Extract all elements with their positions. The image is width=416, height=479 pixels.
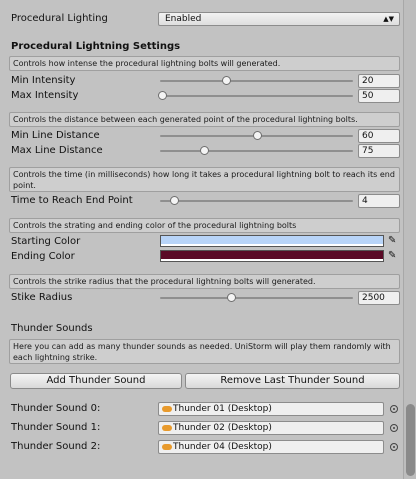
thunder-sound-field[interactable]: Thunder 02 (Desktop) [158,421,384,435]
ending-color-label: Ending Color [11,251,75,262]
strike-radius-field[interactable]: 2500 [358,291,400,305]
audio-clip-icon [162,444,172,450]
thunder-sound-value: Thunder 01 (Desktop) [173,404,272,414]
time-help: Controls the time (in milliseconds) how … [9,167,400,192]
starting-color-swatch[interactable] [160,235,384,247]
slider-thumb[interactable] [200,146,210,155]
min-intensity-label: Min Intensity [11,75,76,86]
remove-last-thunder-sound-button[interactable]: Remove Last Thunder Sound [185,373,400,389]
alpha-bar [161,244,383,246]
alpha-bar [161,259,383,261]
inspector-panel: Procedural Lighting Enabled ▲▼ Procedura… [0,0,403,479]
scrollbar-thumb[interactable] [406,404,415,476]
max-line-distance-label: Max Line Distance [11,145,103,156]
intensity-help: Controls how intense the procedural ligh… [9,56,400,71]
min-line-distance-field[interactable]: 60 [358,129,400,143]
min-line-distance-slider[interactable] [160,130,353,142]
thunder-sound-label: Thunder Sound 0: [11,403,101,414]
slider-track [160,297,353,299]
min-intensity-field[interactable]: 20 [358,74,400,88]
slider-track [160,80,353,82]
eyedropper-icon[interactable]: ✎ [388,235,400,247]
slider-thumb[interactable] [221,76,231,85]
time-to-end-slider[interactable] [160,195,353,207]
thunder-sound-value: Thunder 02 (Desktop) [173,423,272,433]
max-intensity-field[interactable]: 50 [358,89,400,103]
time-to-end-field[interactable]: 4 [358,194,400,208]
slider-thumb[interactable] [157,91,167,100]
thunder-sound-field[interactable]: Thunder 01 (Desktop) [158,402,384,416]
slider-track [160,95,353,97]
object-picker-icon[interactable] [390,424,398,432]
settings-header: Procedural Lightning Settings [11,41,181,52]
max-line-distance-field[interactable]: 75 [358,144,400,158]
eyedropper-icon[interactable]: ✎ [388,250,400,262]
color-help: Controls the strating and ending color o… [9,218,400,233]
thunder-sound-value: Thunder 04 (Desktop) [173,442,272,452]
thunder-help: Here you can add as many thunder sounds … [9,339,400,364]
max-line-distance-slider[interactable] [160,145,353,157]
time-to-end-label: Time to Reach End Point [11,195,133,206]
dropdown-arrow-icon: ▲▼ [383,15,394,23]
starting-color-label: Starting Color [11,236,81,247]
slider-track [160,150,353,152]
thunder-sounds-header: Thunder Sounds [11,323,93,334]
procedural-lighting-label: Procedural Lighting [11,13,108,24]
procedural-lighting-value: Enabled [165,14,202,24]
thunder-sound-field[interactable]: Thunder 04 (Desktop) [158,440,384,454]
max-intensity-slider[interactable] [157,90,353,102]
slider-track [160,200,353,202]
slider-thumb[interactable] [169,196,179,205]
ending-color-swatch[interactable] [160,250,384,262]
strike-radius-slider[interactable] [160,292,353,304]
add-thunder-sound-button[interactable]: Add Thunder Sound [10,373,182,389]
audio-clip-icon [162,406,172,412]
audio-clip-icon [162,425,172,431]
slider-thumb[interactable] [252,131,262,140]
procedural-lighting-dropdown[interactable]: Enabled ▲▼ [158,12,400,26]
thunder-sound-label: Thunder Sound 1: [11,422,101,433]
min-intensity-slider[interactable] [160,75,353,87]
slider-thumb[interactable] [227,293,237,302]
distance-help: Controls the distance between each gener… [9,112,400,127]
thunder-sound-label: Thunder Sound 2: [11,441,101,452]
strike-radius-label: Stike Radius [11,292,73,303]
object-picker-icon[interactable] [390,443,398,451]
min-line-distance-label: Min Line Distance [11,130,100,141]
vertical-scrollbar[interactable] [403,0,416,479]
max-intensity-label: Max Intensity [11,90,79,101]
radius-help: Controls the strike radius that the proc… [9,274,400,289]
object-picker-icon[interactable] [390,405,398,413]
